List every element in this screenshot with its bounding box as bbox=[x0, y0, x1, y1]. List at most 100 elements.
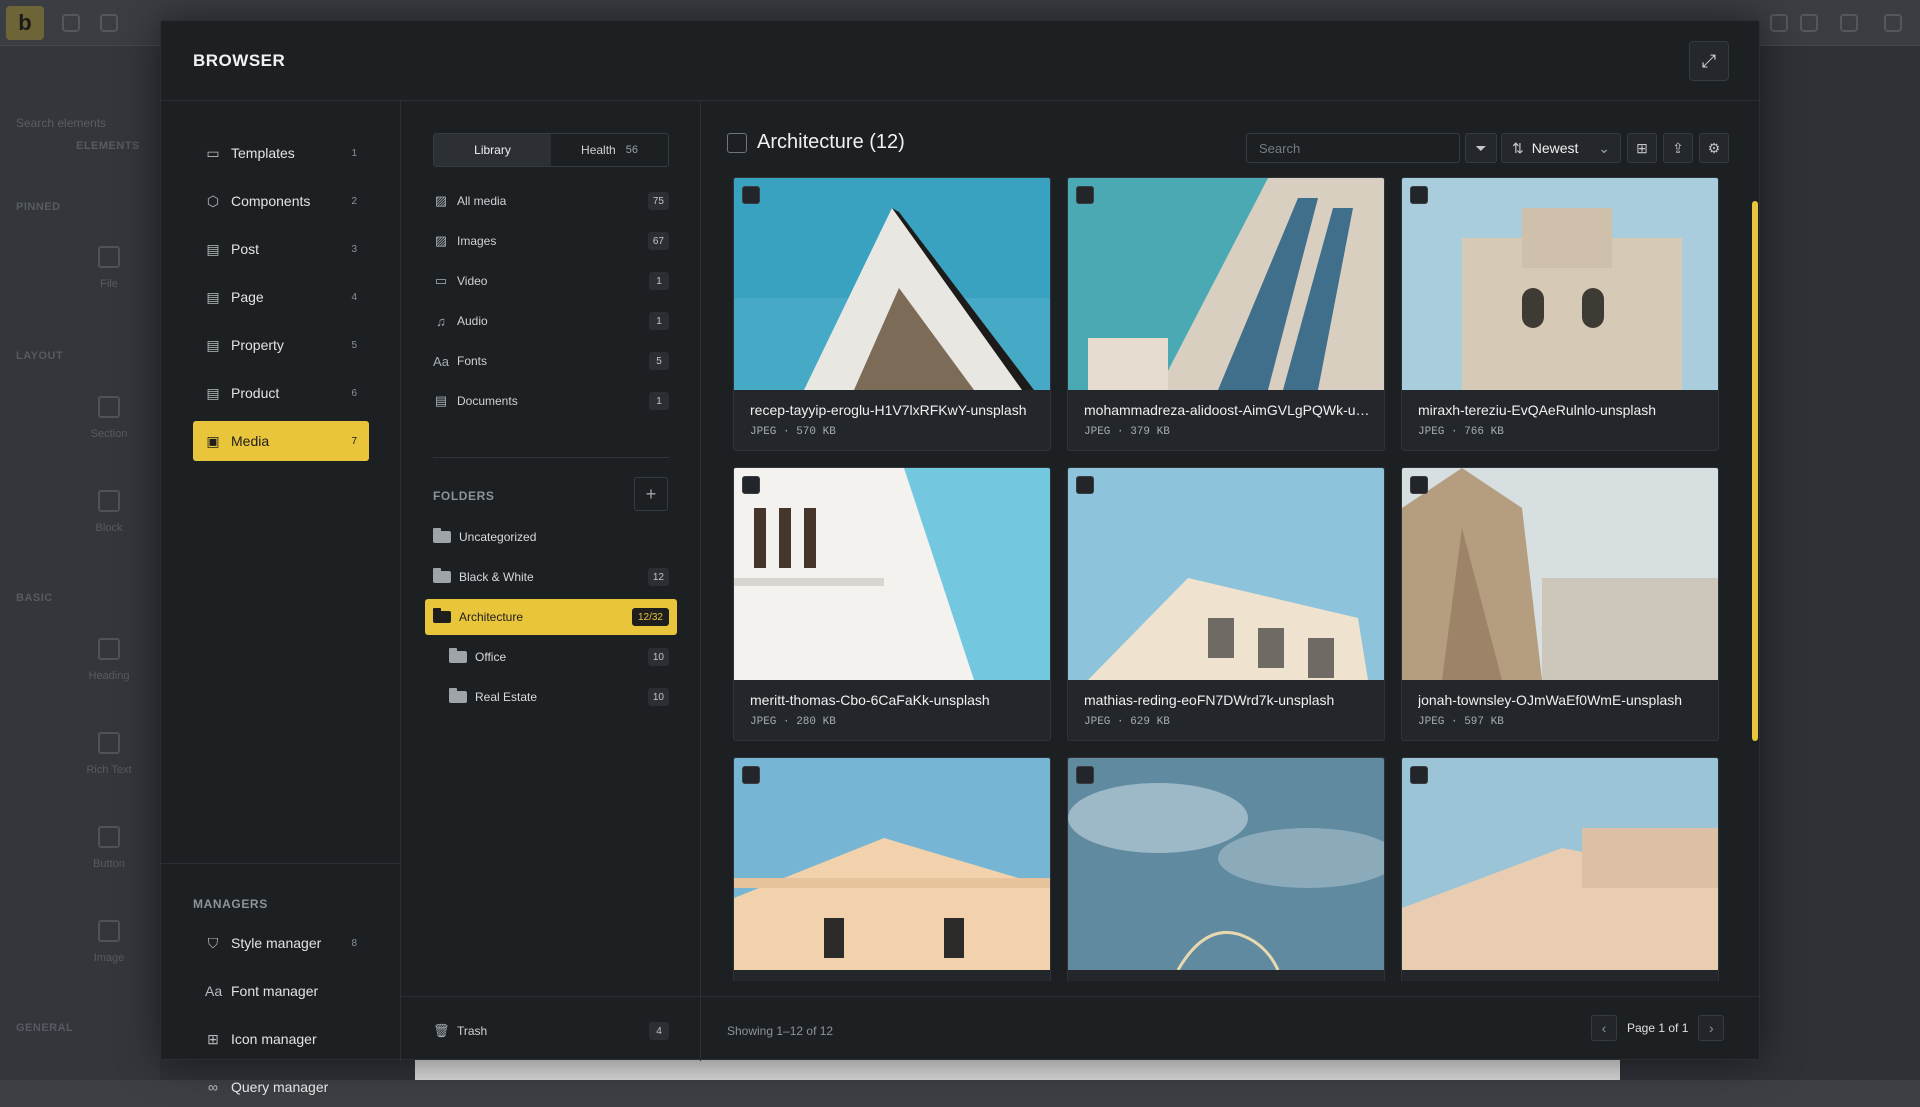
folder-uncategorized[interactable]: Uncategorized bbox=[433, 519, 669, 555]
media-thumbnail bbox=[734, 758, 1051, 970]
media-card[interactable] bbox=[733, 757, 1051, 981]
library-item-video[interactable]: ▭Video1 bbox=[433, 267, 669, 295]
upload-button[interactable]: ⇪ bbox=[1663, 133, 1693, 163]
folder-office[interactable]: Office10 bbox=[449, 639, 669, 675]
media-thumbnail bbox=[1068, 178, 1385, 390]
media-card[interactable] bbox=[1067, 757, 1385, 981]
sort-select[interactable]: ⇅ Newest ⌄ bbox=[1501, 133, 1621, 163]
settings-button[interactable]: ⚙ bbox=[1699, 133, 1729, 163]
template-icon: ▭ bbox=[205, 145, 221, 161]
image-icon: ▨ bbox=[433, 193, 449, 209]
style-manager-item[interactable]: ⛉Style manager8 bbox=[193, 923, 369, 963]
pagination: ‹ Page 1 of 1 › bbox=[1591, 1014, 1724, 1042]
library-item-documents[interactable]: ▤Documents1 bbox=[433, 387, 669, 415]
divider bbox=[701, 996, 1761, 997]
image-icon: ▨ bbox=[433, 233, 449, 249]
nav-item-components[interactable]: ⬡Components2 bbox=[193, 181, 369, 221]
media-card[interactable]: miraxh-tereziu-EvQAeRulnlo-unsplash JPEG… bbox=[1401, 177, 1719, 451]
card-checkbox[interactable] bbox=[742, 186, 760, 204]
chevron-right-icon: › bbox=[1709, 1020, 1714, 1036]
card-checkbox[interactable] bbox=[1410, 766, 1428, 784]
managers-heading: MANAGERS bbox=[193, 897, 268, 911]
cube-icon: ⬡ bbox=[205, 193, 221, 209]
folder-icon[interactable] bbox=[100, 14, 118, 32]
nav-item-post[interactable]: ▤Post3 bbox=[193, 229, 369, 269]
folder-icon bbox=[449, 651, 467, 663]
filter-button[interactable]: ⏷ bbox=[1465, 133, 1497, 163]
folder-architecture[interactable]: Architecture12/32 bbox=[425, 599, 677, 635]
search-input[interactable] bbox=[1246, 133, 1460, 163]
media-card[interactable]: mathias-reding-eoFN7DWrd7k-unsplash JPEG… bbox=[1067, 467, 1385, 741]
folder-real-estate[interactable]: Real Estate10 bbox=[449, 679, 669, 715]
library-item-fonts[interactable]: AaFonts5 bbox=[433, 347, 669, 375]
modal-title: BROWSER bbox=[193, 51, 285, 71]
wordpress-icon[interactable] bbox=[1770, 14, 1788, 32]
shield-icon: ⛉ bbox=[205, 935, 221, 951]
element-image[interactable]: Image bbox=[74, 920, 144, 964]
save-icon[interactable] bbox=[1884, 14, 1902, 32]
media-card[interactable]: recep-tayyip-eroglu-H1V7lxRFKwY-unsplash… bbox=[733, 177, 1051, 451]
expand-button[interactable]: ⤢ bbox=[1689, 41, 1729, 81]
grid-view-button[interactable]: ⊞ bbox=[1627, 133, 1657, 163]
doc-icon: ▤ bbox=[205, 337, 221, 353]
tab-health[interactable]: Health56 bbox=[551, 134, 668, 166]
library-item-all-media[interactable]: ▨All media75 bbox=[433, 187, 669, 215]
nav-item-page[interactable]: ▤Page4 bbox=[193, 277, 369, 317]
nav-item-product[interactable]: ▤Product6 bbox=[193, 373, 369, 413]
sort-icon: ⇅ bbox=[1512, 140, 1524, 157]
chevron-down-icon: ⌄ bbox=[1598, 140, 1610, 157]
nav-item-templates[interactable]: ▭Templates1 bbox=[193, 133, 369, 173]
general-heading: GENERAL bbox=[16, 1022, 73, 1034]
query-manager-item[interactable]: ∞Query manager bbox=[193, 1067, 369, 1107]
eye-icon[interactable] bbox=[1840, 14, 1858, 32]
library-item-audio[interactable]: ♫Audio1 bbox=[433, 307, 669, 335]
font-icon: Aa bbox=[433, 354, 449, 369]
basic-heading: BASIC bbox=[16, 592, 53, 604]
element-block[interactable]: Block bbox=[74, 490, 144, 534]
trash-item[interactable]: 🗑Trash4 bbox=[433, 1017, 669, 1045]
divider bbox=[161, 863, 401, 864]
trash-icon: 🗑 bbox=[433, 1023, 449, 1039]
card-checkbox[interactable] bbox=[1076, 766, 1094, 784]
scrollbar[interactable] bbox=[1752, 201, 1758, 741]
doc-icon: ▤ bbox=[205, 289, 221, 305]
elements-search[interactable]: Search elements bbox=[16, 116, 106, 130]
add-folder-button[interactable]: + bbox=[634, 477, 668, 511]
card-checkbox[interactable] bbox=[742, 476, 760, 494]
element-rich-text[interactable]: Rich Text bbox=[74, 732, 144, 776]
prev-page-button[interactable]: ‹ bbox=[1591, 1015, 1617, 1041]
card-checkbox[interactable] bbox=[1410, 476, 1428, 494]
nav-item-property[interactable]: ▤Property5 bbox=[193, 325, 369, 365]
media-card[interactable]: mohammadreza-alidoost-AimGVLgPQWk-unspla… bbox=[1067, 177, 1385, 451]
card-checkbox[interactable] bbox=[742, 766, 760, 784]
elements-panel: Search elements ELEMENTS PINNED File LAY… bbox=[0, 46, 160, 1080]
nav-item-media[interactable]: ▣Media7 bbox=[193, 421, 369, 461]
next-page-button[interactable]: › bbox=[1698, 1015, 1724, 1041]
element-file[interactable]: File bbox=[74, 246, 144, 290]
media-card[interactable] bbox=[1401, 757, 1719, 981]
media-thumbnail bbox=[1402, 178, 1719, 390]
post-type-nav: ▭Templates1 ⬡Components2 ▤Post3 ▤Page4 ▤… bbox=[161, 101, 401, 1061]
card-checkbox[interactable] bbox=[1076, 186, 1094, 204]
library-item-images[interactable]: ▨Images67 bbox=[433, 227, 669, 255]
media-thumbnail bbox=[1402, 758, 1719, 970]
card-checkbox[interactable] bbox=[1410, 186, 1428, 204]
element-heading[interactable]: Heading bbox=[74, 638, 144, 682]
media-card[interactable]: meritt-thomas-Cbo-6CaFaKk-unsplash JPEG … bbox=[733, 467, 1051, 741]
font-manager-item[interactable]: AaFont manager bbox=[193, 971, 369, 1011]
element-section[interactable]: Section bbox=[74, 396, 144, 440]
media-card[interactable]: jonah-townsley-OJmWaEf0WmE-unsplash JPEG… bbox=[1401, 467, 1719, 741]
folder-black-white[interactable]: Black & White12 bbox=[433, 559, 669, 595]
tab-library[interactable]: Library bbox=[434, 134, 551, 166]
card-checkbox[interactable] bbox=[1076, 476, 1094, 494]
media-grid: recep-tayyip-eroglu-H1V7lxRFKwY-unsplash… bbox=[727, 177, 1727, 981]
font-icon: Aa bbox=[205, 983, 221, 999]
icon-manager-item[interactable]: ⊞Icon manager bbox=[193, 1019, 369, 1059]
chevron-left-icon: ‹ bbox=[1602, 1020, 1607, 1036]
element-button[interactable]: Button bbox=[74, 826, 144, 870]
shield-icon[interactable] bbox=[62, 14, 80, 32]
builder-logo[interactable]: b bbox=[6, 6, 44, 40]
music-icon: ♫ bbox=[433, 314, 449, 329]
external-link-icon[interactable] bbox=[1800, 14, 1818, 32]
select-all-checkbox[interactable] bbox=[727, 133, 747, 153]
